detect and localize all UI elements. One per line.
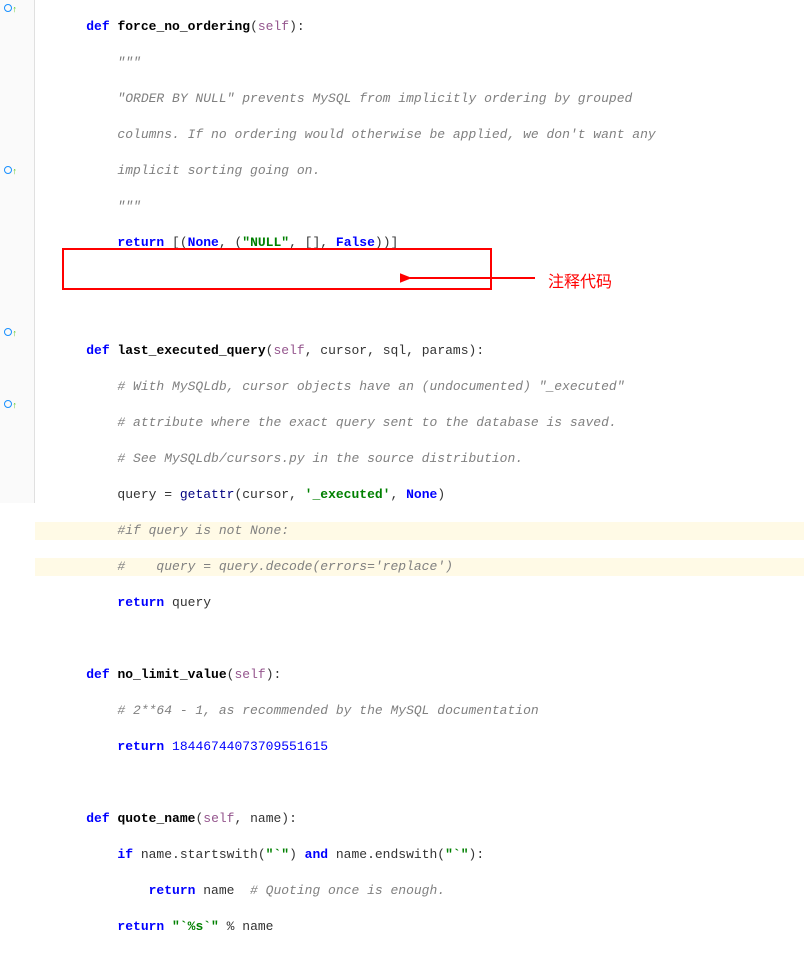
code-line: query = getattr(cursor, '_executed', Non… <box>35 486 804 504</box>
code-line: return query <box>35 594 804 612</box>
code-line: # With MySQLdb, cursor objects have an (… <box>35 378 804 396</box>
code-line <box>35 270 804 288</box>
code-line: # 2**64 - 1, as recommended by the MySQL… <box>35 702 804 720</box>
code-line: "ORDER BY NULL" prevents MySQL from impl… <box>35 90 804 108</box>
code-line: if name.startswith("`") and name.endswit… <box>35 846 804 864</box>
code-line <box>35 630 804 648</box>
code-line: columns. If no ordering would otherwise … <box>35 126 804 144</box>
gutter: ↑ ↑ ↑ ↑ <box>0 0 35 503</box>
code-line <box>35 774 804 792</box>
gutter-marker[interactable]: ↑ <box>4 4 17 16</box>
code-line: # See MySQLdb/cursors.py in the source d… <box>35 450 804 468</box>
code-line: def last_executed_query(self, cursor, sq… <box>35 342 804 360</box>
code-line: def quote_name(self, name): <box>35 810 804 828</box>
code-line: # attribute where the exact query sent t… <box>35 414 804 432</box>
code-line-highlighted: # query = query.decode(errors='replace') <box>35 558 804 576</box>
code-editor: ↑ ↑ ↑ ↑ def force_no_ordering(self): """… <box>0 0 804 503</box>
code-line: return "`%s`" % name <box>35 918 804 936</box>
code-line-highlighted: #if query is not None: <box>35 522 804 540</box>
code-area[interactable]: def force_no_ordering(self): """ "ORDER … <box>35 0 804 503</box>
code-line: return [(None, ("NULL", [], False))] <box>35 234 804 252</box>
code-line: implicit sorting going on. <box>35 162 804 180</box>
gutter-marker[interactable]: ↑ <box>4 328 17 340</box>
code-line: def force_no_ordering(self): <box>35 18 804 36</box>
gutter-marker[interactable]: ↑ <box>4 166 17 178</box>
code-line: """ <box>35 54 804 72</box>
code-line <box>35 306 804 324</box>
code-line: def no_limit_value(self): <box>35 666 804 684</box>
gutter-marker[interactable]: ↑ <box>4 400 17 412</box>
code-line: return 18446744073709551615 <box>35 738 804 756</box>
code-line: """ <box>35 198 804 216</box>
code-line: return name # Quoting once is enough. <box>35 882 804 900</box>
